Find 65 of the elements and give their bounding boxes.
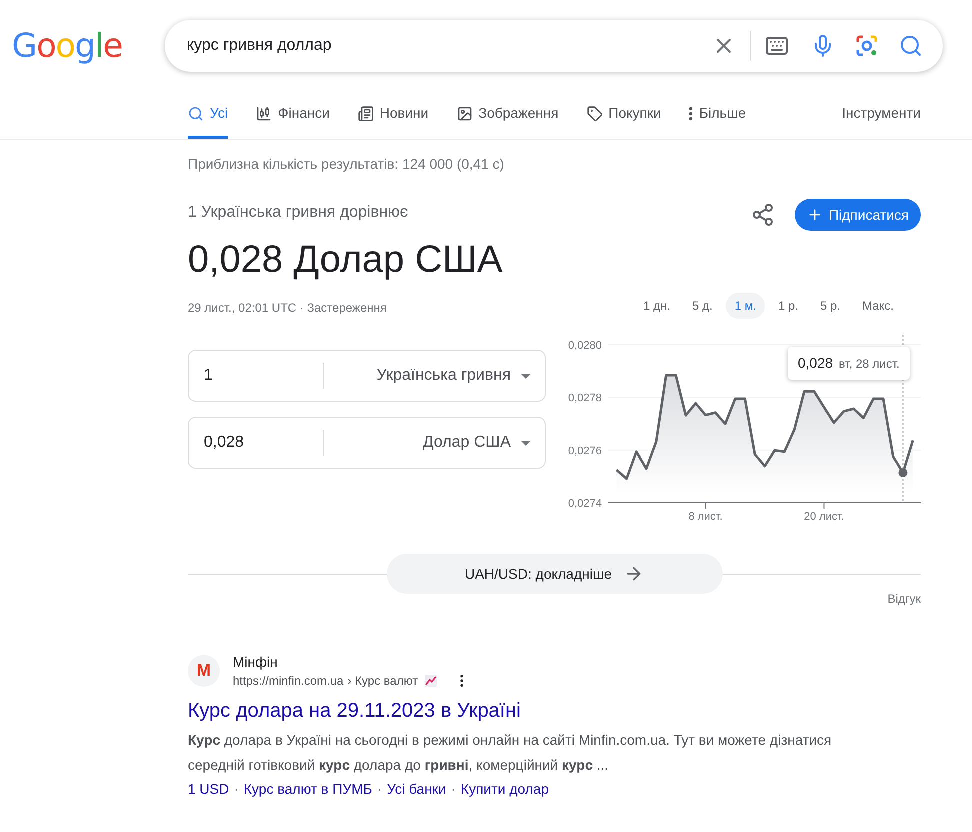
image-icon xyxy=(456,106,473,122)
currency-row[interactable]: 1 Українська гривня xyxy=(188,350,546,402)
y-tick-label: 0,0280 xyxy=(568,340,602,352)
keyboard-icon[interactable] xyxy=(765,34,789,58)
site-url: https://minfin.com.ua xyxy=(233,673,344,690)
result-title[interactable]: Курс долара на 29.11.2023 в Україні xyxy=(188,698,921,724)
x-tick-label: 8 лист. xyxy=(688,511,723,523)
breadcrumb: › Курс валют xyxy=(348,673,418,690)
amount-field[interactable]: 1 xyxy=(189,363,324,389)
result-snippet: Курс долара в Україні на сьогодні в режимі онлайн на сайті Minfin.com.ua. Тут ви можете дізнатися середній готівковий курс долара до гривні, комерційний курс ... xyxy=(188,731,833,775)
marker-dot xyxy=(898,468,908,478)
converter-timestamp: 29 лист., 02:01 UTC · Застереження xyxy=(188,300,388,317)
search-tab[interactable]: Усі xyxy=(188,95,228,139)
range-button[interactable]: 5 р. xyxy=(811,293,850,319)
logo[interactable]: Google xyxy=(0,21,165,71)
amount-field[interactable]: 0,028 xyxy=(189,430,324,456)
x-tick-label: 20 лист. xyxy=(804,511,844,523)
follow-button[interactable]: Підписатися xyxy=(794,199,921,231)
search-tab[interactable]: Зображення xyxy=(456,95,559,139)
currency-select[interactable]: Долар США xyxy=(324,431,545,455)
range-button[interactable]: 1 м. xyxy=(726,293,766,319)
newspaper-icon xyxy=(358,106,374,122)
y-tick-label: 0,0278 xyxy=(568,392,602,405)
tooltip-value: 0,028 xyxy=(798,354,834,373)
tag-icon xyxy=(586,106,603,122)
currency-row[interactable]: 0,028 Долар США xyxy=(188,417,546,469)
search-tab[interactable]: Фінанси xyxy=(256,95,330,139)
site-name: Мінфін xyxy=(233,653,279,672)
y-tick-label: 0,0274 xyxy=(568,498,602,510)
range-button[interactable]: 1 р. xyxy=(769,293,808,319)
feedback-link[interactable]: Відгук xyxy=(888,590,921,608)
more-details-button[interactable]: UAH/USD: докладніше xyxy=(386,554,722,594)
search-tab[interactable]: Новини xyxy=(358,95,429,139)
sitelink[interactable]: 1 USD xyxy=(188,778,230,800)
search-box[interactable]: курс гривня доллар xyxy=(165,20,943,72)
range-button[interactable]: 1 дн. xyxy=(634,293,680,319)
search-tab[interactable]: Покупки xyxy=(586,95,662,139)
tooltip-date: вт, 28 лист. xyxy=(839,356,900,373)
search-icon[interactable] xyxy=(899,34,923,58)
site-favicon: M xyxy=(188,655,220,687)
separator: · xyxy=(451,780,456,799)
converter-headline: 1 Українська гривня дорівнює xyxy=(188,203,410,223)
caret-icon xyxy=(521,440,531,446)
caret-icon xyxy=(521,374,531,378)
tools-button[interactable]: Інструменти xyxy=(842,95,921,139)
separator: · xyxy=(377,780,382,799)
chart-emoji-icon xyxy=(424,674,438,688)
more-icon xyxy=(689,106,694,120)
result-stats: Приблизна кількість результатів: 124 000 (0,41 с) xyxy=(188,155,506,173)
share-icon[interactable] xyxy=(750,203,775,227)
separator: · xyxy=(234,780,239,799)
currency-select[interactable]: Українська гривня xyxy=(324,364,545,388)
chart-icon xyxy=(256,106,272,122)
range-button[interactable]: Макс. xyxy=(853,293,903,319)
search-query: курс гривня доллар xyxy=(187,36,333,56)
converter-result: 0,028 Долар США xyxy=(188,238,503,283)
search-icon xyxy=(188,106,204,122)
plus-icon xyxy=(806,207,823,223)
y-tick-label: 0,0276 xyxy=(568,445,602,458)
search-tab[interactable]: Більше xyxy=(689,95,746,139)
camera-lens-icon[interactable] xyxy=(855,34,879,58)
sitelink[interactable]: Курс валют в ПУМБ xyxy=(244,778,372,800)
range-button[interactable]: 5 д. xyxy=(684,293,722,319)
sitelink[interactable]: Купити долар xyxy=(460,778,549,800)
sitelink[interactable]: Усі банки xyxy=(387,778,446,800)
